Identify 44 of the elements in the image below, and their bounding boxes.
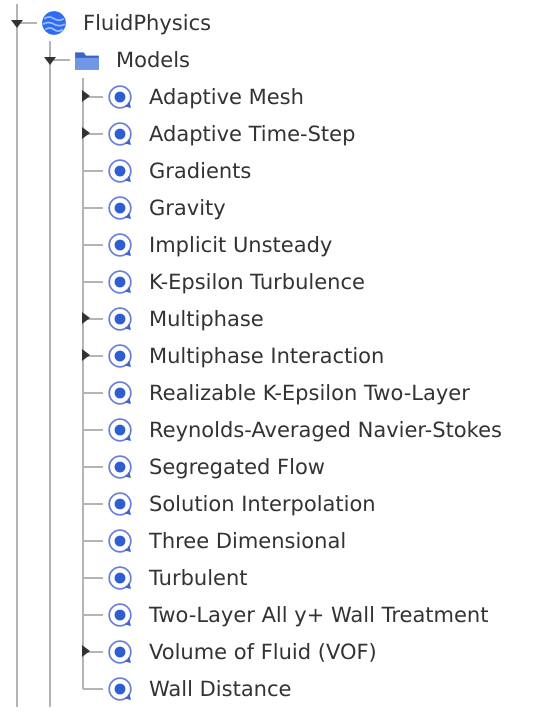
tree-item[interactable]: Two-Layer All y+ Wall Treatment xyxy=(149,602,488,626)
model-icon xyxy=(107,84,133,110)
tree-item[interactable]: Gravity xyxy=(149,196,226,220)
tree-item[interactable]: Gradients xyxy=(149,158,252,182)
model-icon xyxy=(107,602,133,628)
model-icon xyxy=(107,416,133,442)
tree-item[interactable]: Adaptive Time-Step xyxy=(149,122,356,146)
tree-item[interactable]: Implicit Unsteady xyxy=(149,232,332,256)
expand-arrow-icon[interactable] xyxy=(82,645,90,657)
expand-arrow-icon[interactable] xyxy=(82,127,90,139)
expand-arrow-icon[interactable] xyxy=(82,349,90,361)
tree-item[interactable]: Adaptive Mesh xyxy=(149,84,304,108)
tree-item[interactable]: Multiphase xyxy=(149,306,264,330)
tree-item[interactable]: K-Epsilon Turbulence xyxy=(149,270,365,294)
tree-item[interactable]: Multiphase Interaction xyxy=(149,344,384,368)
tree-item[interactable]: FluidPhysics xyxy=(83,10,212,34)
expand-arrow-icon[interactable] xyxy=(82,90,90,102)
tree-item[interactable]: Volume of Fluid (VOF) xyxy=(149,640,377,664)
model-icon xyxy=(107,564,133,590)
tree-item[interactable]: Realizable K-Epsilon Two-Layer xyxy=(149,380,470,404)
model-icon xyxy=(107,490,133,516)
collapse-arrow-icon[interactable] xyxy=(44,57,56,65)
model-icon xyxy=(107,158,133,184)
tree-item[interactable]: Reynolds-Averaged Navier-Stokes xyxy=(149,418,502,442)
collapse-arrow-icon[interactable] xyxy=(11,20,23,28)
model-icon xyxy=(107,528,133,554)
tree-item[interactable]: Models xyxy=(116,48,190,72)
tree-item[interactable]: Three Dimensional xyxy=(149,528,346,552)
model-icon xyxy=(107,194,133,220)
tree-item[interactable]: Turbulent xyxy=(149,566,248,590)
model-icon xyxy=(107,638,133,664)
tree-item[interactable]: Segregated Flow xyxy=(149,454,325,478)
model-icon xyxy=(107,454,133,480)
tree-item[interactable]: Wall Distance xyxy=(149,676,292,700)
model-icon xyxy=(107,676,133,702)
expand-arrow-icon[interactable] xyxy=(82,312,90,324)
tree-item[interactable]: Solution Interpolation xyxy=(149,492,376,516)
model-icon xyxy=(107,232,133,258)
model-icon xyxy=(107,342,133,368)
model-icon xyxy=(107,120,133,146)
model-icon xyxy=(107,380,133,406)
model-icon xyxy=(107,268,133,294)
globe-icon xyxy=(41,10,67,36)
model-icon xyxy=(107,306,133,332)
